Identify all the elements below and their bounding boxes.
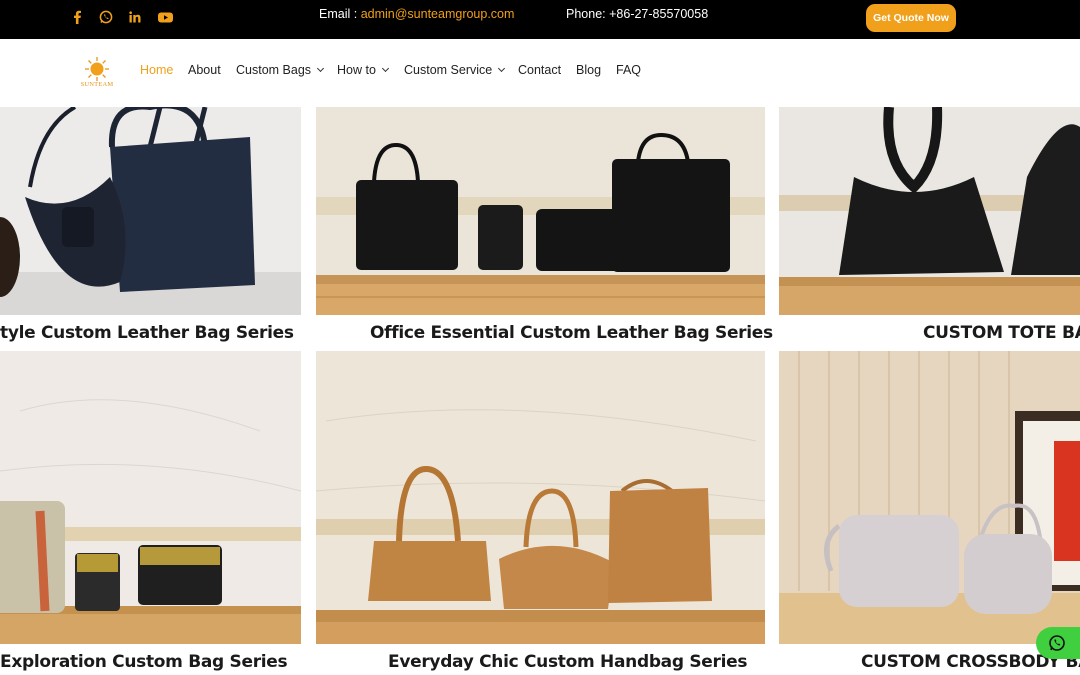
nav-how-to-label: How to [337,63,376,77]
nav-custom-service[interactable]: Custom Service [404,63,506,77]
nav-blog[interactable]: Blog [576,63,601,77]
nav-custom-bags[interactable]: Custom Bags [236,63,325,77]
nav-about[interactable]: About [188,63,221,77]
nav-contact-label: Contact [518,63,562,77]
office-series-image[interactable] [316,107,765,315]
youtube-icon[interactable] [157,9,173,25]
email-label: Email : [319,7,358,21]
nav-faq[interactable]: FAQ [616,63,641,77]
email-link[interactable]: admin@sunteamgroup.com [361,7,515,21]
nav-custom-service-label: Custom Service [404,63,493,77]
nav-blog-label: Blog [576,63,602,77]
everyday-chic-series-image[interactable] [316,351,765,644]
whatsapp-icon[interactable] [98,9,114,25]
gallery-caption[interactable]: tyle Custom Leather Bag Series [0,323,294,343]
nav-home[interactable]: Home [140,63,173,77]
get-quote-button[interactable]: Get Quote Now [866,4,956,32]
top-bar: Email : admin@sunteamgroup.com Phone: +8… [0,0,1080,39]
email-info: Email : admin@sunteamgroup.com [319,7,514,21]
logo-text: SUNTEAM [80,81,114,88]
sun-logo-icon [85,57,109,81]
phone-info: Phone: +86-27-85570058 [566,7,708,21]
chevron-down-icon [498,64,506,73]
nav-about-label: About [188,63,221,77]
tote-bag-image[interactable] [779,107,1080,315]
chevron-down-icon [381,64,389,73]
nav-how-to[interactable]: How to [337,63,389,77]
lifestyle-series-image[interactable] [0,107,301,315]
sunteam-logo[interactable]: SUNTEAM [78,56,116,92]
gallery-caption[interactable]: Everyday Chic Custom Handbag Series [388,652,747,672]
nav-home-label: Home [140,63,174,77]
nav-faq-label: FAQ [616,63,642,77]
whatsapp-icon [1049,635,1065,651]
whatsapp-chat-button[interactable] [1036,627,1080,659]
linkedin-icon[interactable] [127,9,143,25]
main-navbar: SUNTEAM Home About Custom Bags How to Cu… [0,39,1080,107]
gallery-caption[interactable]: Office Essential Custom Leather Bag Seri… [370,323,773,343]
gallery-caption[interactable]: Exploration Custom Bag Series [0,652,288,672]
exploration-series-image[interactable] [0,351,301,644]
nav-custom-bags-label: Custom Bags [236,63,312,77]
nav-contact[interactable]: Contact [518,63,561,77]
gallery-caption[interactable]: CUSTOM TOTE BAG [923,323,1080,343]
phone-label: Phone: [566,7,606,21]
facebook-icon[interactable] [69,9,85,25]
crossbody-bag-image[interactable] [779,351,1080,644]
chevron-down-icon [316,64,325,73]
phone-number[interactable]: +86-27-85570058 [609,7,708,21]
